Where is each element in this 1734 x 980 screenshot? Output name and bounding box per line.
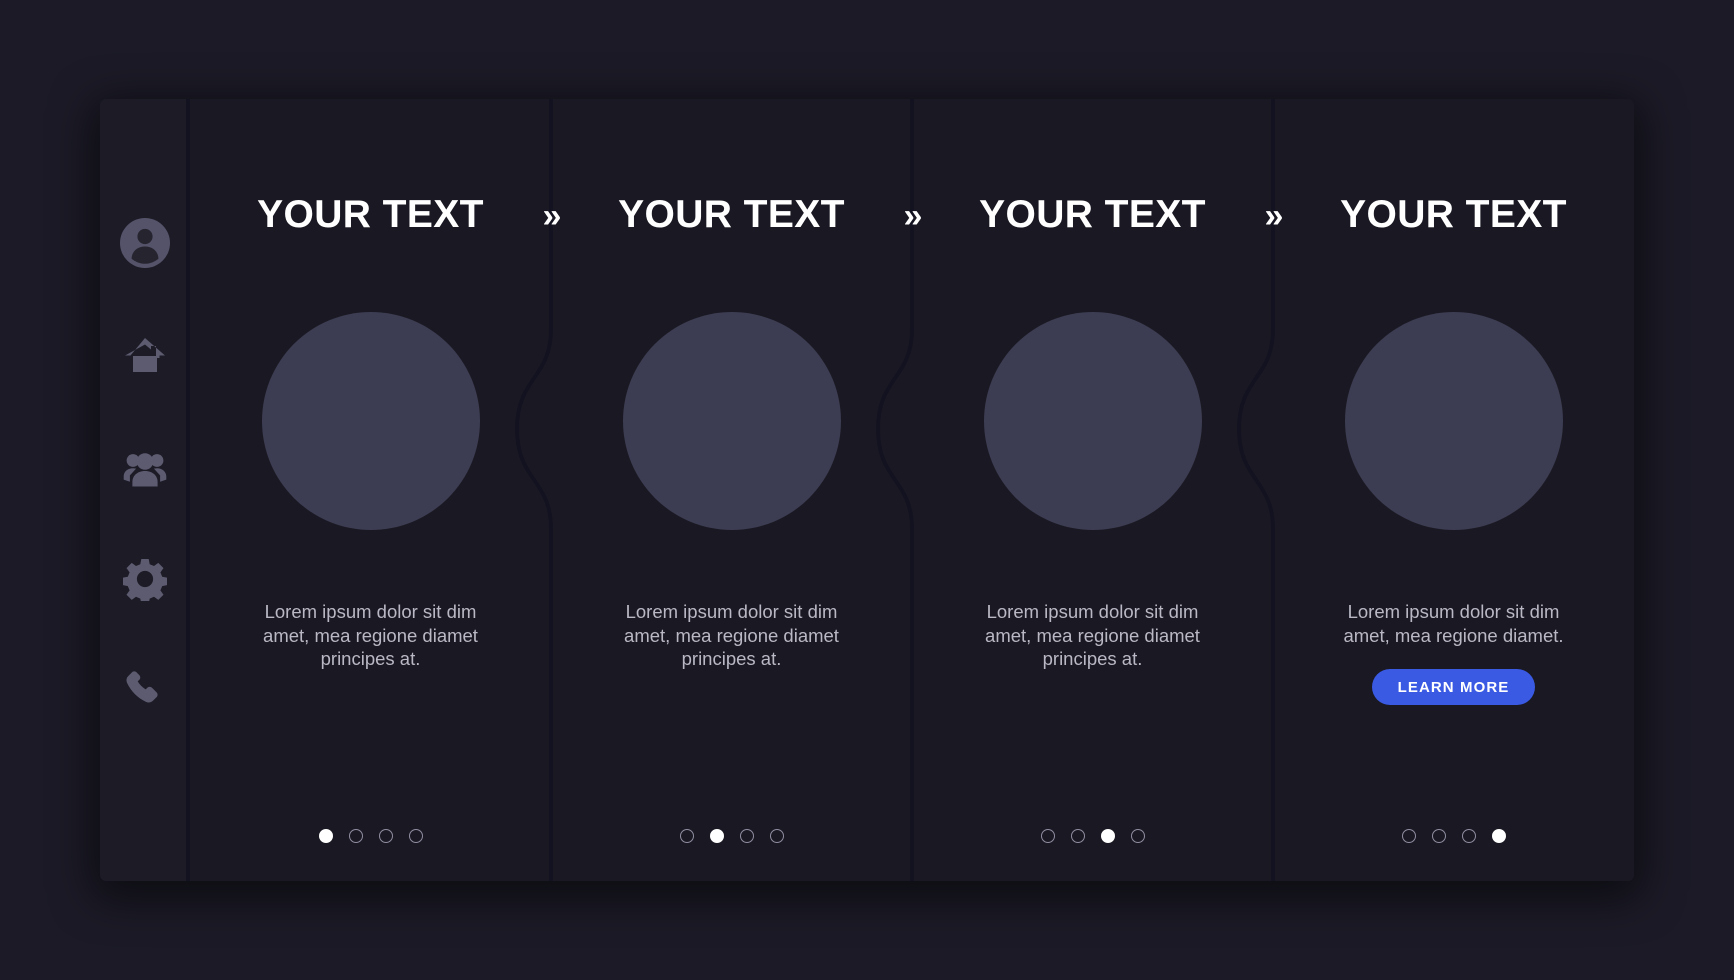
sidebar-item-home[interactable]	[100, 299, 190, 411]
pagination-dot[interactable]	[348, 829, 363, 843]
pagination-dot[interactable]	[739, 829, 754, 843]
pagination-dot[interactable]	[1461, 829, 1476, 843]
pagination-dot[interactable]	[679, 829, 694, 843]
user-avatar-icon	[120, 218, 170, 268]
pagination-dots	[912, 829, 1273, 843]
card-title: YOUR TEXT	[618, 193, 845, 236]
pagination-dot[interactable]	[1491, 829, 1506, 843]
sidebar-item-team[interactable]	[100, 411, 190, 523]
pagination-dot[interactable]	[709, 829, 724, 843]
pagination-dot[interactable]	[378, 829, 393, 843]
home-icon	[123, 333, 167, 377]
pagination-dots	[551, 829, 912, 843]
pagination-dot[interactable]	[1431, 829, 1446, 843]
image-placeholder-circle	[622, 312, 841, 530]
gear-icon	[123, 557, 167, 601]
image-placeholder-circle	[261, 312, 480, 530]
learn-more-button[interactable]: LEARN MORE	[1371, 669, 1536, 706]
sidebar-item-contact[interactable]	[100, 635, 190, 747]
pagination-dot[interactable]	[1401, 829, 1416, 843]
card-body-text: Lorem ipsum dolor sit dim amet, mea regi…	[263, 601, 478, 670]
pagination-dot[interactable]	[1070, 829, 1085, 843]
pagination-dot[interactable]	[1130, 829, 1145, 843]
pagination-dot[interactable]	[1100, 829, 1115, 843]
step-card: YOUR TEXT Lorem ipsum dolor sit dim amet,…	[551, 99, 912, 881]
step-cards-container: YOUR TEXT Lorem ipsum dolor sit dim amet,…	[190, 99, 1634, 881]
pagination-dots	[190, 829, 551, 843]
step-card: YOUR TEXT Lorem ipsum dolor sit dim amet,…	[190, 99, 551, 881]
people-group-icon	[123, 445, 167, 489]
onboarding-mockup-frame: YOUR TEXT Lorem ipsum dolor sit dim amet,…	[100, 99, 1634, 881]
card-body-text: Lorem ipsum dolor sit dim amet, mea regi…	[624, 601, 839, 670]
pagination-dots	[1273, 829, 1634, 843]
card-title: YOUR TEXT	[257, 193, 484, 236]
sidebar-nav	[100, 99, 190, 881]
image-placeholder-circle	[983, 312, 1202, 530]
card-title: YOUR TEXT	[1340, 193, 1567, 236]
step-card: YOUR TEXT Lorem ipsum dolor sit dim amet,…	[1273, 99, 1634, 881]
card-title: YOUR TEXT	[979, 193, 1206, 236]
pagination-dot[interactable]	[769, 829, 784, 843]
pagination-dot[interactable]	[1040, 829, 1055, 843]
image-placeholder-circle	[1344, 312, 1563, 530]
pagination-dot[interactable]	[318, 829, 333, 843]
sidebar-item-settings[interactable]	[100, 523, 190, 635]
step-card: YOUR TEXT Lorem ipsum dolor sit dim amet,…	[912, 99, 1273, 881]
pagination-dot[interactable]	[408, 829, 423, 843]
card-body-text: Lorem ipsum dolor sit dim amet, mea regi…	[985, 601, 1200, 670]
sidebar-item-profile[interactable]	[100, 187, 190, 299]
card-body-text: Lorem ipsum dolor sit dim amet, mea regi…	[1343, 601, 1564, 646]
phone-icon	[124, 670, 166, 712]
